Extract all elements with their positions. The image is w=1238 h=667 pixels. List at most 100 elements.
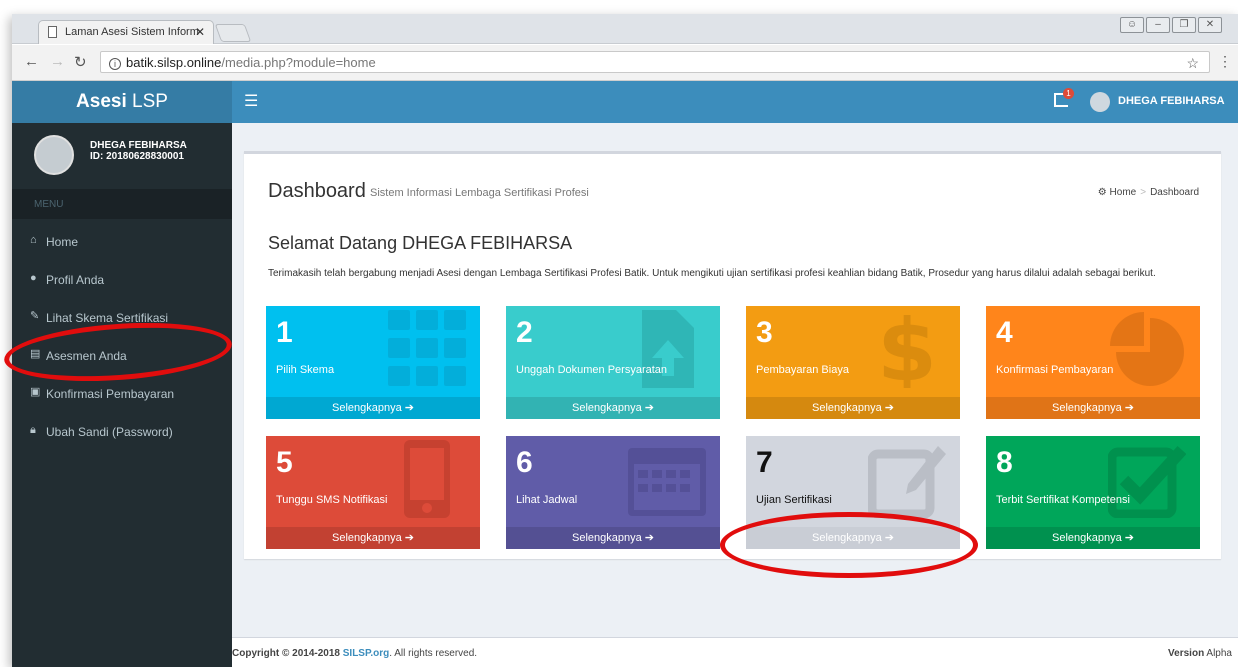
tile-label: Lihat Jadwal xyxy=(516,494,578,506)
sidebar-avatar xyxy=(34,135,74,175)
file-icon: ▤ xyxy=(30,348,41,360)
app-root: Asesi LSP ☰ 1 DHEGA FEBIHARSA DHEGA FEBI… xyxy=(12,81,1238,667)
upload-file-icon xyxy=(642,310,694,388)
user-panel: DHEGA FEBIHARSA ID: 20180628830001 xyxy=(12,123,232,185)
sidebar-user-name: DHEGA FEBIHARSA xyxy=(90,140,187,151)
sidebar-item-label: Asesmen Anda xyxy=(46,349,127,363)
bookmark-star-icon[interactable]: ☆ xyxy=(1186,55,1199,72)
sidebar-toggle-icon[interactable]: ☰ xyxy=(244,91,258,111)
pie-chart-icon xyxy=(1110,312,1184,386)
breadcrumb: ⚙ Home > Dashboard xyxy=(1098,187,1199,198)
tile-more-link[interactable]: Selengkapnya ➔ xyxy=(746,527,960,549)
sidebar-item-konfirmasi[interactable]: ▣ Konfirmasi Pembayaran xyxy=(12,375,232,413)
tile-tunggu-sms: 5 Tunggu SMS Notifikasi Selengkapnya ➔ xyxy=(266,436,480,549)
browser-tab[interactable]: Laman Asesi Sistem Inform ✕ xyxy=(38,20,214,44)
close-tab-icon[interactable]: ✕ xyxy=(195,25,205,39)
calendar-icon xyxy=(628,448,706,516)
tile-unggah-dokumen: 2 Unggah Dokumen Persyaratan Selengkapny… xyxy=(506,306,720,419)
money-icon: ▣ xyxy=(30,386,41,398)
home-icon: ⌂ xyxy=(30,234,37,246)
footer-copyright: Copyright © 2014-2018 SILSP.org. All rig… xyxy=(232,648,477,659)
tile-number: 1 xyxy=(276,316,293,349)
footer-link[interactable]: SILSP.org xyxy=(343,648,390,659)
url-path: /media.php?module=home xyxy=(221,55,376,70)
sidebar-item-home[interactable]: ⌂ Home xyxy=(12,223,232,261)
avatar[interactable] xyxy=(1090,92,1110,112)
tile-konfirmasi-pembayaran: 4 Konfirmasi Pembayaran Selengkapnya ➔ xyxy=(986,306,1200,419)
tile-label: Konfirmasi Pembayaran xyxy=(996,364,1114,376)
tile-label: Terbit Sertifikat Kompetensi xyxy=(996,494,1130,506)
app-logo[interactable]: Asesi LSP xyxy=(12,81,232,123)
tile-number: 2 xyxy=(516,316,533,349)
edit-square-icon xyxy=(868,446,946,518)
breadcrumb-sep: > xyxy=(1140,187,1147,198)
window-controls: ☺ – ❐ ✕ xyxy=(1120,17,1222,33)
browser-window: Laman Asesi Sistem Inform ✕ ☺ – ❐ ✕ ← → … xyxy=(12,14,1238,667)
version-label: Version xyxy=(1168,648,1205,659)
reload-icon[interactable]: ↻ xyxy=(74,53,87,71)
tile-number: 5 xyxy=(276,446,293,479)
user-icon: ● xyxy=(30,272,37,284)
tile-more-link[interactable]: Selengkapnya ➔ xyxy=(506,527,720,549)
new-tab-button[interactable] xyxy=(214,24,252,42)
dashboard-icon: ⚙ xyxy=(1097,187,1110,198)
info-icon[interactable]: i xyxy=(109,58,121,70)
sidebar-item-skema[interactable]: ✎ Lihat Skema Sertifikasi xyxy=(12,299,232,337)
grid-icon xyxy=(388,310,466,386)
tile-more-link[interactable]: Selengkapnya ➔ xyxy=(266,527,480,549)
sidebar-item-label: Profil Anda xyxy=(46,273,105,287)
tile-terbit-sertifikat: 8 Terbit Sertifikat Kompetensi Selengkap… xyxy=(986,436,1200,549)
tile-ujian-sertifikasi: 7 Ujian Sertifikasi Selengkapnya ➔ xyxy=(746,436,960,549)
close-window-icon[interactable]: ✕ xyxy=(1198,17,1222,33)
sidebar-item-label: Ubah Sandi (Password) xyxy=(46,425,173,439)
page-icon xyxy=(48,26,57,38)
sidebar-item-label: Lihat Skema Sertifikasi xyxy=(46,311,169,325)
page-footer: Copyright © 2014-2018 SILSP.org. All rig… xyxy=(232,637,1238,667)
tile-more-link[interactable]: Selengkapnya ➔ xyxy=(746,397,960,419)
tile-more-link[interactable]: Selengkapnya ➔ xyxy=(506,397,720,419)
tile-label: Ujian Sertifikasi xyxy=(756,494,832,506)
sidebar-item-asesmen[interactable]: ▤ Asesmen Anda xyxy=(12,337,232,375)
sidebar-user-id: ID: 20180628830001 xyxy=(90,151,184,162)
breadcrumb-current: Dashboard xyxy=(1150,187,1199,198)
logo-bold: Asesi xyxy=(76,91,127,112)
dashboard-box: Dashboard Sistem Informasi Lembaga Serti… xyxy=(244,151,1221,559)
check-square-icon xyxy=(1108,445,1186,518)
sidebar-item-password[interactable]: 🔒︎ Ubah Sandi (Password) xyxy=(12,413,232,451)
rights-text: . All rights reserved. xyxy=(389,648,478,659)
top-user-name[interactable]: DHEGA FEBIHARSA xyxy=(1118,95,1225,107)
tab-strip: Laman Asesi Sistem Inform ✕ ☺ – ❐ ✕ xyxy=(12,14,1238,44)
intro-text: Terimakasih telah bergabung menjadi Ases… xyxy=(268,268,1156,279)
tile-pilih-skema: 1 Pilih Skema Selengkapnya ➔ xyxy=(266,306,480,419)
tile-pembayaran-biaya: $ 3 Pembayaran Biaya Selengkapnya ➔ xyxy=(746,306,960,419)
tile-label: Pembayaran Biaya xyxy=(756,364,849,376)
tile-more-link[interactable]: Selengkapnya ➔ xyxy=(266,397,480,419)
breadcrumb-home[interactable]: Home xyxy=(1110,187,1137,198)
tile-lihat-jadwal: 6 Lihat Jadwal Selengkapnya ➔ xyxy=(506,436,720,549)
url-host: batik.silsp.online xyxy=(126,55,222,70)
phone-icon xyxy=(404,440,450,518)
tab-title: Laman Asesi Sistem Inform xyxy=(65,26,199,38)
svg-text:$: $ xyxy=(877,310,937,388)
footer-version: Version Alpha xyxy=(1168,648,1232,659)
minimize-icon[interactable]: – xyxy=(1146,17,1170,33)
tile-number: 6 xyxy=(516,446,533,479)
lock-icon: 🔒︎ xyxy=(30,424,36,436)
dollar-icon: $ xyxy=(877,310,937,388)
browser-menu-icon[interactable]: ⋮ xyxy=(1218,53,1232,70)
copyright-text: Copyright © 2014-2018 xyxy=(232,648,340,659)
tile-label: Pilih Skema xyxy=(276,364,335,376)
maximize-icon[interactable]: ❐ xyxy=(1172,17,1196,33)
tile-more-link[interactable]: Selengkapnya ➔ xyxy=(986,397,1200,419)
page-subtitle: Sistem Informasi Lembaga Sertifikasi Pro… xyxy=(370,187,589,199)
forward-icon[interactable]: → xyxy=(50,53,65,70)
tile-more-link[interactable]: Selengkapnya ➔ xyxy=(986,527,1200,549)
page-title: Dashboard xyxy=(268,180,366,202)
back-icon[interactable]: ← xyxy=(24,53,39,70)
sidebar-item-profil[interactable]: ● Profil Anda xyxy=(12,261,232,299)
url-input[interactable]: i batik.silsp.online/media.php?module=hom… xyxy=(100,51,1210,73)
edit-icon: ✎ xyxy=(30,310,40,322)
sidebar-item-label: Home xyxy=(46,235,79,249)
menu-header: MENU xyxy=(12,189,232,219)
user-profile-icon[interactable]: ☺ xyxy=(1120,17,1144,33)
